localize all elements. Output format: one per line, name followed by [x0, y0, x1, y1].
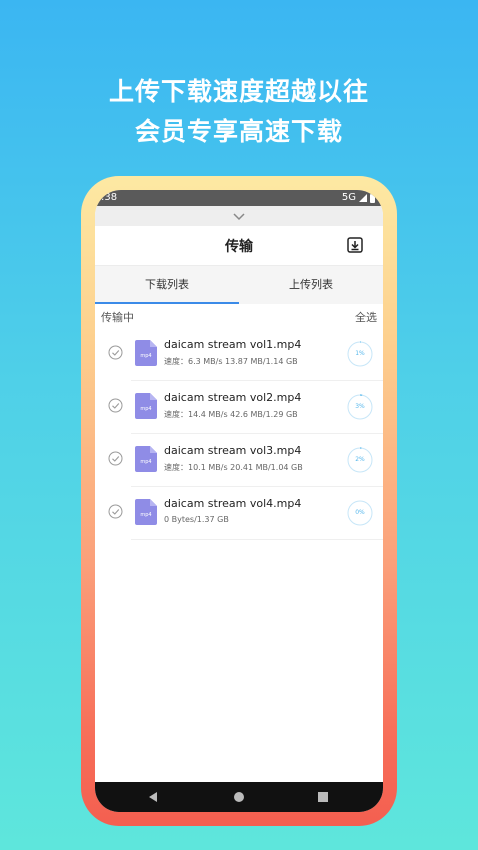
file-name: daicam stream vol4.mp4	[164, 497, 302, 510]
checkbox-icon[interactable]	[108, 504, 123, 519]
file-transfer-info: 0 Bytes/1.37 GB	[164, 515, 229, 524]
checkbox-icon[interactable]	[108, 398, 123, 413]
progress-percent: 1%	[355, 350, 365, 357]
page-title: 传输	[225, 239, 253, 255]
file-type-label: mp4	[140, 406, 151, 412]
tab-bar: 下载列表 上传列表	[95, 266, 383, 304]
tab-upload-list[interactable]: 上传列表	[239, 266, 383, 304]
download-tray-icon[interactable]	[347, 237, 363, 253]
progress-ring[interactable]: 0%	[347, 500, 373, 526]
status-bar: :38 5G	[95, 190, 383, 206]
list-item[interactable]: mp4 daicam stream vol3.mp4 速度：10.1 MB/s …	[95, 434, 383, 487]
app-bar: 传输	[95, 226, 383, 266]
section-header: 传输中 全选	[95, 304, 383, 326]
list-item[interactable]: mp4 daicam stream vol4.mp4 0 Bytes/1.37 …	[95, 487, 383, 540]
file-transfer-info: 速度：14.4 MB/s 42.6 MB/1.29 GB	[164, 410, 298, 419]
progress-percent: 2%	[355, 456, 365, 463]
tab-download-list[interactable]: 下载列表	[95, 266, 239, 304]
status-time: :38	[101, 192, 118, 203]
file-name: daicam stream vol1.mp4	[164, 338, 302, 351]
file-name: daicam stream vol2.mp4	[164, 391, 302, 404]
file-type-label: mp4	[140, 353, 151, 359]
promo-headline-2: 会员专享高速下载	[134, 117, 343, 146]
section-title: 传输中	[101, 311, 134, 324]
system-nav-bar	[95, 782, 383, 812]
phone-frame: :38 5G 传输 下载列表 上传列表 传输中 全选 mp4 daicam st…	[81, 176, 397, 826]
select-all-button[interactable]: 全选	[355, 309, 377, 325]
signal-icon	[359, 194, 367, 202]
video-file-icon: mp4	[135, 393, 157, 419]
file-type-label: mp4	[140, 512, 151, 518]
promo-headline-1: 上传下载速度超越以往	[108, 77, 369, 106]
video-file-icon: mp4	[135, 340, 157, 366]
tab-label: 上传列表	[289, 278, 333, 291]
file-name: daicam stream vol3.mp4	[164, 444, 302, 457]
phone-screen: :38 5G 传输 下载列表 上传列表 传输中 全选 mp4 daicam st…	[95, 190, 383, 812]
home-icon[interactable]	[234, 792, 244, 802]
collapse-handle[interactable]	[95, 206, 383, 226]
progress-percent: 3%	[355, 403, 365, 410]
list-item[interactable]: mp4 daicam stream vol1.mp4 速度：6.3 MB/s 1…	[95, 328, 383, 381]
progress-ring[interactable]: 1%	[347, 341, 373, 367]
recent-apps-icon[interactable]	[318, 792, 328, 802]
back-icon[interactable]	[149, 792, 157, 802]
file-type-label: mp4	[140, 459, 151, 465]
file-transfer-info: 速度：6.3 MB/s 13.87 MB/1.14 GB	[164, 357, 298, 366]
battery-icon	[370, 193, 375, 203]
list-item[interactable]: mp4 daicam stream vol2.mp4 速度：14.4 MB/s …	[95, 381, 383, 434]
checkbox-icon[interactable]	[108, 451, 123, 466]
progress-ring[interactable]: 2%	[347, 447, 373, 473]
tab-label: 下载列表	[145, 278, 189, 291]
file-transfer-info: 速度：10.1 MB/s 20.41 MB/1.04 GB	[164, 463, 303, 472]
checkbox-icon[interactable]	[108, 345, 123, 360]
video-file-icon: mp4	[135, 446, 157, 472]
progress-percent: 0%	[355, 509, 365, 516]
status-indicators: 5G	[342, 190, 375, 206]
progress-ring[interactable]: 3%	[347, 394, 373, 420]
chevron-down-icon	[233, 213, 245, 221]
divider	[131, 539, 383, 540]
video-file-icon: mp4	[135, 499, 157, 525]
network-type: 5G	[341, 192, 356, 203]
transfer-list: mp4 daicam stream vol1.mp4 速度：6.3 MB/s 1…	[95, 328, 383, 540]
